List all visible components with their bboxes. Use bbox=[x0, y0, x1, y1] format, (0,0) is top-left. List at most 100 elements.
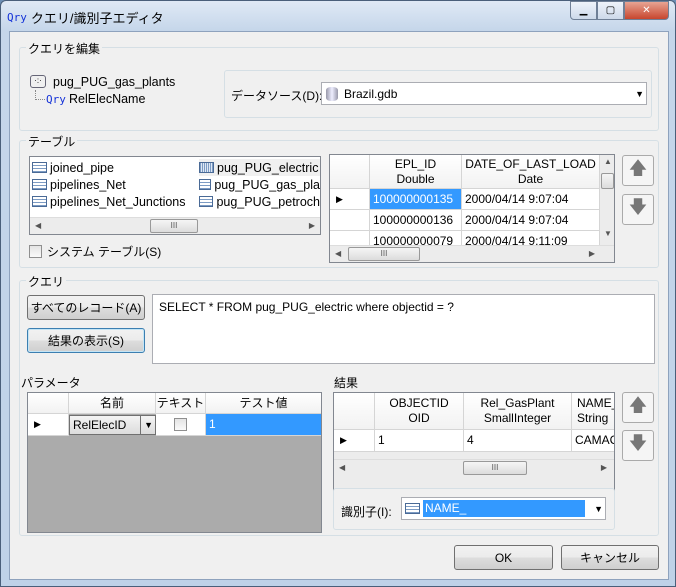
table-name: pipelines_Net bbox=[50, 177, 126, 192]
dialog-window: Qry クエリ/識別子エディタ ▁ ▢ ✕ クエリを編集 ·:· pug_PUG… bbox=[0, 0, 676, 587]
column-header[interactable]: テキスト bbox=[156, 393, 206, 414]
edit-query-group: クエリを編集 ·:· pug_PUG_gas_plants Qry RelEle… bbox=[19, 40, 659, 131]
identifier-value: NAME_ bbox=[423, 500, 585, 517]
identifier-box: 識別子(I): NAME_ ▼ bbox=[333, 488, 615, 530]
parameters-grid[interactable]: 名前 テキスト テスト値 ▶ RelElecID ▼ 1 bbox=[27, 392, 322, 533]
checkbox[interactable] bbox=[29, 245, 42, 258]
table-icon bbox=[199, 196, 214, 207]
column-header[interactable]: Rel_GasPlant SmallInteger bbox=[464, 393, 572, 430]
tree-root[interactable]: pug_PUG_gas_plants bbox=[53, 75, 175, 89]
row-pointer-icon: ▶ bbox=[330, 189, 370, 210]
datasource-box: データソース(D): Brazil.gdb ▼ bbox=[224, 70, 652, 118]
grid-cell[interactable]: 100000000135 bbox=[370, 189, 462, 210]
horizontal-scrollbar[interactable]: ◀ III ▶ bbox=[30, 217, 320, 234]
column-name: Rel_GasPlant bbox=[480, 396, 555, 410]
table-item[interactable]: pipelines_Net bbox=[32, 176, 126, 193]
table-icon bbox=[32, 162, 47, 173]
results-move-up-button[interactable]: 🡅 bbox=[622, 392, 654, 423]
grid-cell[interactable]: 100000000136 bbox=[370, 210, 462, 231]
arrow-up-icon: 🡅 bbox=[628, 157, 648, 178]
maximize-button[interactable]: ▢ bbox=[597, 1, 624, 20]
table-item[interactable]: joined_pipe bbox=[32, 159, 114, 176]
move-up-button[interactable]: 🡅 bbox=[622, 155, 654, 186]
grid-cell[interactable]: 2000/04/14 9:07:04 bbox=[462, 210, 600, 231]
param-text-checkbox[interactable] bbox=[174, 418, 187, 432]
parameters-label: パラメータ bbox=[21, 376, 81, 390]
ok-button[interactable]: OK bbox=[454, 545, 553, 570]
column-header[interactable]: NAME_ String bbox=[572, 393, 614, 430]
tree-connector bbox=[35, 90, 45, 100]
edit-group-label: クエリを編集 bbox=[26, 40, 103, 57]
table-preview-grid[interactable]: EPL_ID Double DATE_OF_LAST_LOAD Date ▶ 100… bbox=[329, 154, 615, 263]
query-group: クエリ すべてのレコード(A) 結果の表示(S) SELECT * FROM p… bbox=[19, 273, 659, 536]
row-header bbox=[330, 210, 370, 231]
table-item[interactable]: pug_PUG_gas_pla bbox=[199, 176, 320, 193]
column-type: OID bbox=[408, 411, 430, 425]
column-header[interactable]: DATE_OF_LAST_LOAD Date bbox=[462, 155, 600, 189]
param-text-cell[interactable] bbox=[156, 414, 206, 436]
column-name: DATE_OF_LAST_LOAD bbox=[465, 157, 596, 171]
table-icon bbox=[199, 162, 214, 173]
column-type: Date bbox=[517, 172, 544, 186]
horizontal-scrollbar[interactable]: ◀ III ▶ bbox=[334, 459, 614, 476]
show-results-button[interactable]: 結果の表示(S) bbox=[27, 328, 145, 353]
param-name-select[interactable]: RelElecID ▼ bbox=[69, 415, 156, 435]
vertical-scrollbar[interactable]: ▲ ▼ bbox=[600, 155, 614, 245]
grid-cell[interactable]: CAMAC bbox=[572, 430, 614, 452]
window-title: クエリ/識別子エディタ bbox=[30, 10, 164, 26]
datasource-label: データソース(D): bbox=[231, 89, 323, 103]
table-list[interactable]: joined_pipe pipelines_Net pipelines_Net_… bbox=[29, 156, 321, 235]
column-header[interactable]: テスト値 bbox=[206, 393, 321, 414]
table-item-selected[interactable]: pug_PUG_electric bbox=[199, 159, 320, 176]
results-label: 結果 bbox=[334, 376, 359, 390]
cancel-button[interactable]: キャンセル bbox=[561, 545, 659, 570]
identifier-label: 識別子(I): bbox=[341, 505, 392, 519]
datasource-select[interactable]: Brazil.gdb ▼ bbox=[321, 82, 647, 105]
table-item[interactable]: pug_PUG_petroch bbox=[199, 193, 320, 210]
identifier-select[interactable]: NAME_ ▼ bbox=[401, 497, 606, 520]
chevron-down-icon: ▼ bbox=[594, 503, 603, 514]
chevron-down-icon: ▼ bbox=[635, 88, 644, 99]
table-group-label: テーブル bbox=[26, 133, 78, 150]
button-label: 結果の表示(S) bbox=[48, 334, 124, 348]
column-name: EPL_ID bbox=[394, 157, 437, 171]
column-name: OBJECTID bbox=[389, 396, 449, 410]
field-icon bbox=[405, 503, 420, 514]
system-tables-checkbox[interactable]: システム テーブル(S) bbox=[29, 243, 161, 260]
close-button[interactable]: ✕ bbox=[624, 1, 669, 20]
button-label: OK bbox=[494, 550, 513, 565]
column-type: Double bbox=[396, 172, 435, 186]
arrow-up-icon: 🡅 bbox=[628, 394, 648, 415]
minimize-button[interactable]: ▁ bbox=[570, 1, 597, 20]
row-header-corner bbox=[330, 155, 370, 189]
move-down-button[interactable]: 🡇 bbox=[622, 194, 654, 225]
system-tables-label: システム テーブル(S) bbox=[47, 245, 162, 259]
row-pointer-icon: ▶ bbox=[334, 430, 375, 452]
param-test-value[interactable]: 1 bbox=[206, 414, 321, 436]
tree-child-query[interactable]: RelElecName bbox=[69, 92, 145, 106]
button-label: すべてのレコード(A) bbox=[30, 301, 142, 315]
arrow-down-icon: 🡇 bbox=[628, 432, 648, 453]
arrow-down-icon: 🡇 bbox=[628, 196, 648, 217]
grid-cell[interactable]: 4 bbox=[464, 430, 572, 452]
param-name: RelElecID bbox=[73, 418, 127, 432]
horizontal-scrollbar[interactable]: ◀ III ▶ bbox=[330, 245, 614, 262]
column-header[interactable]: 名前 bbox=[69, 393, 156, 414]
query-icon: Qry bbox=[7, 10, 27, 24]
table-item[interactable]: pipelines_Net_Junctions bbox=[32, 193, 186, 210]
column-header[interactable]: EPL_ID Double bbox=[370, 155, 462, 189]
column-header[interactable]: OBJECTID OID bbox=[375, 393, 464, 430]
column-type: SmallInteger bbox=[483, 411, 552, 425]
all-records-button[interactable]: すべてのレコード(A) bbox=[27, 295, 145, 320]
grid-cell[interactable]: 1 bbox=[375, 430, 464, 452]
sql-textarea[interactable]: SELECT * FROM pug_PUG_electric where obj… bbox=[152, 294, 655, 364]
table-name: pug_PUG_petroch bbox=[216, 194, 320, 209]
results-move-down-button[interactable]: 🡇 bbox=[622, 430, 654, 461]
table-name: joined_pipe bbox=[50, 160, 114, 175]
grid-cell[interactable]: 2000/04/14 9:07:04 bbox=[462, 189, 600, 210]
row-header-corner bbox=[28, 393, 69, 414]
title-bar: Qry クエリ/識別子エディタ bbox=[7, 7, 164, 27]
feature-class-icon: ·:· bbox=[30, 75, 46, 88]
table-icon bbox=[32, 196, 47, 207]
query-group-label: クエリ bbox=[26, 273, 67, 290]
